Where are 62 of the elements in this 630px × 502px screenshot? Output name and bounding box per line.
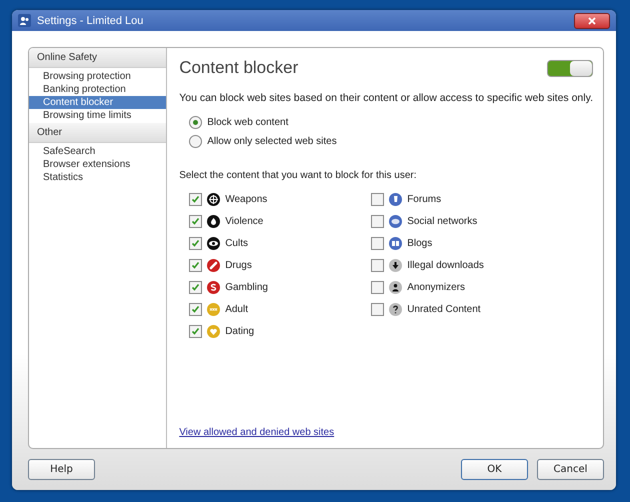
checkbox[interactable]	[371, 258, 384, 272]
category-label: Anonymizers	[407, 282, 465, 292]
sidebar-item[interactable]: SafeSearch	[29, 145, 166, 158]
category-label: Dating	[225, 326, 254, 336]
checkbox[interactable]	[189, 302, 202, 316]
category-label: Social networks	[407, 216, 478, 226]
checkbox[interactable]	[189, 324, 202, 338]
radio-label: Allow only selected web sites	[207, 136, 337, 147]
checkbox[interactable]	[371, 192, 384, 206]
help-button[interactable]: Help	[28, 459, 95, 480]
dollar-icon	[207, 280, 220, 294]
sidebar-item[interactable]: Browser extensions	[29, 158, 166, 171]
prompt-text: Select the content that you want to block for this user:	[179, 170, 418, 181]
chat-bubble-icon	[389, 214, 402, 228]
checkbox[interactable]	[371, 214, 384, 228]
category-label: Forums	[407, 194, 442, 204]
radio-label: Block web content	[207, 117, 288, 128]
question-icon	[389, 302, 402, 316]
category-label: Adult	[225, 304, 248, 314]
sites-link[interactable]: View allowed and denied web sites	[179, 427, 334, 438]
radio-button[interactable]	[189, 135, 202, 148]
checkbox[interactable]	[189, 258, 202, 272]
book-icon	[389, 236, 402, 250]
sidebar-item[interactable]: Banking protection	[29, 83, 166, 96]
pill-icon	[207, 258, 220, 272]
checkbox[interactable]	[189, 236, 202, 250]
category-label: Violence	[225, 216, 264, 226]
sidebar-item[interactable]: Browsing protection	[29, 70, 166, 83]
category-label: Illegal downloads	[407, 260, 484, 270]
sidebar-item[interactable]: Browsing time limits	[29, 109, 166, 122]
sidebar-group-header: Online Safety	[29, 48, 166, 68]
sidebar-item[interactable]: Statistics	[29, 171, 166, 184]
checkbox[interactable]	[189, 214, 202, 228]
forum-icon	[389, 192, 402, 206]
category-label: Cults	[225, 238, 248, 248]
crosshair-icon	[207, 192, 220, 206]
checkbox[interactable]	[371, 302, 384, 316]
user-icon	[18, 14, 31, 27]
checkbox[interactable]	[371, 280, 384, 294]
eye-icon	[207, 236, 220, 250]
cancel-button[interactable]: Cancel	[537, 459, 604, 480]
ok-button[interactable]: OK	[461, 459, 528, 480]
checkbox[interactable]	[189, 192, 202, 206]
adult-icon	[207, 302, 220, 316]
page-title: Content blocker	[179, 58, 298, 78]
flame-icon	[207, 214, 220, 228]
checkbox[interactable]	[371, 236, 384, 250]
category-label: Unrated Content	[407, 304, 481, 314]
window-title: Settings - Limited Lou	[37, 14, 144, 26]
category-label: Weapons	[225, 194, 268, 204]
close-icon	[588, 16, 596, 24]
sidebar-item[interactable]: Content blocker	[29, 96, 166, 109]
sidebar-group-header: Other	[29, 123, 166, 143]
person-icon	[389, 280, 402, 294]
description-text: You can block web sites based on their content or allow access to specific web sites only.	[179, 92, 593, 104]
category-label: Blogs	[407, 238, 432, 248]
radio-button[interactable]	[189, 116, 202, 129]
close-button[interactable]	[574, 12, 610, 28]
category-label: Drugs	[225, 260, 252, 270]
category-label: Gambling	[225, 282, 268, 292]
checkbox[interactable]	[189, 280, 202, 294]
toggle-switch[interactable]	[547, 60, 593, 76]
